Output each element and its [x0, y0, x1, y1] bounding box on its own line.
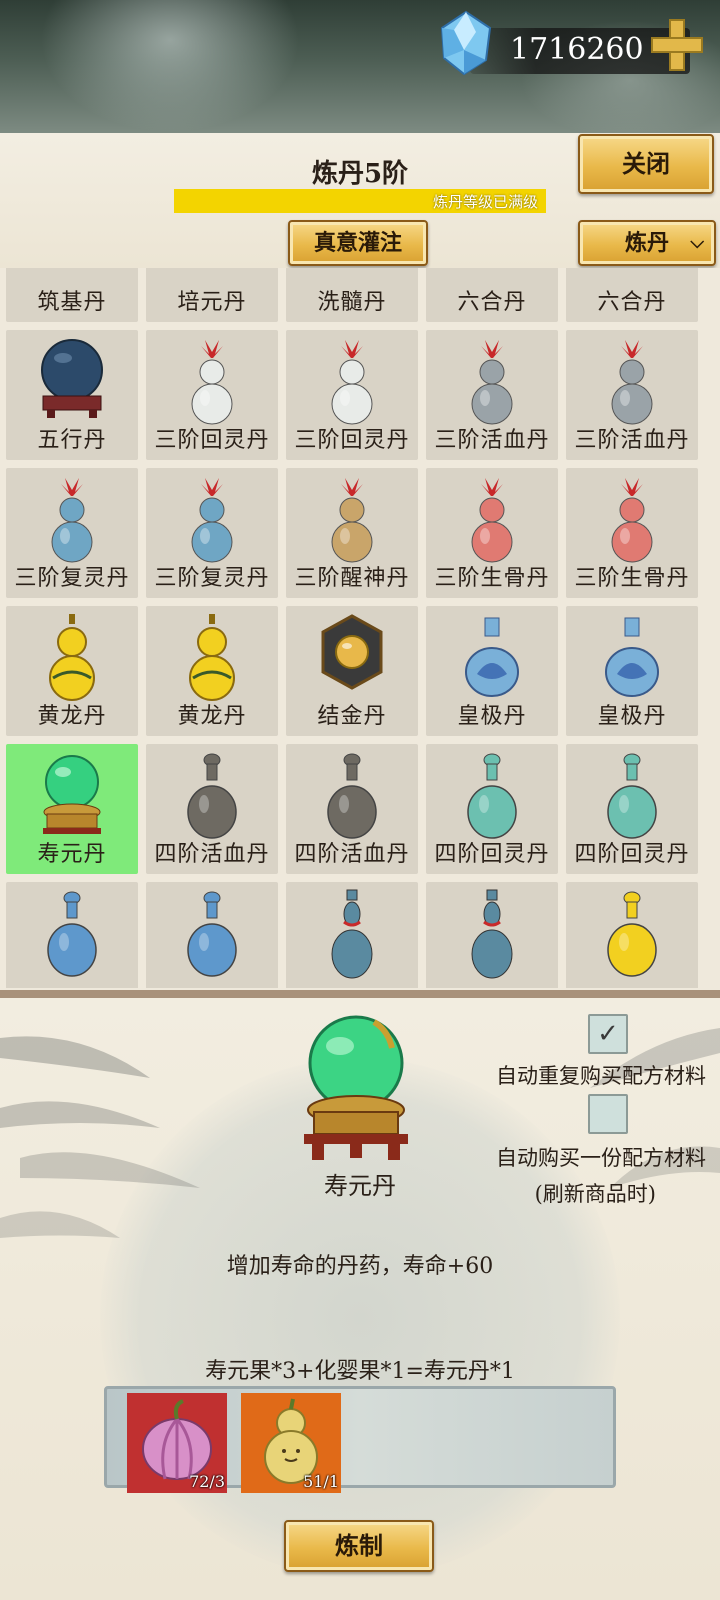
pill-cell[interactable]: 培元丹 [146, 268, 278, 322]
category-dropdown-value: 炼丹 [624, 230, 669, 256]
pill-name: 皇极丹 [457, 704, 527, 729]
pill-cell[interactable]: 黄龙丹 [6, 606, 138, 736]
pill-name: 四阶回灵丹 [434, 842, 550, 867]
recipe-formula: 寿元果*3+化婴果*1=寿元丹*1 [205, 1359, 515, 1384]
pill-cell[interactable]: 三阶回灵丹 [286, 330, 418, 460]
pill-name: 结金丹 [317, 704, 387, 729]
level-progress-text: 炼丹等级已满级 [432, 193, 538, 211]
top-background: 1716260 [0, 0, 720, 133]
material-slot-longevity-fruit[interactable]: 72/3 [127, 1393, 227, 1493]
currency-amount: 1716260 [510, 32, 644, 67]
auto-repeat-label: 自动重复购买配方材料 [496, 1064, 706, 1088]
pill-cell[interactable]: 三阶活血丹 [426, 330, 558, 460]
item-description: 增加寿命的丹药，寿命+60 [226, 1254, 494, 1279]
pill-name: 寿元丹 [37, 842, 107, 867]
pill-name: 三阶活血丹 [434, 428, 550, 453]
pill-name: 洗髓丹 [317, 290, 387, 315]
pill-cell[interactable]: 结金丹 [286, 606, 418, 736]
pill-name: 六合丹 [597, 290, 667, 315]
infuse-button[interactable]: 真意灌注 [288, 220, 428, 266]
pill-name: 四阶回灵丹 [574, 842, 690, 867]
crystal-gem-icon [440, 10, 492, 76]
pill-cell[interactable]: 三阶醒神丹 [286, 468, 418, 598]
pill-name: 黄龙丹 [37, 704, 107, 729]
pill-name: 培元丹 [177, 290, 247, 315]
pill-cell[interactable]: 三阶活血丹 [566, 330, 698, 460]
pill-cell[interactable]: 黄龙丹 [146, 606, 278, 736]
pill-name: 三阶活血丹 [574, 428, 690, 453]
pill-name: 三阶生骨丹 [574, 566, 690, 591]
pill-cell[interactable]: 四阶回灵丹 [426, 744, 558, 874]
chevron-down-icon: ⌵ [690, 232, 704, 253]
auto-once-checkbox[interactable] [588, 1094, 628, 1134]
pill-cell[interactable] [286, 882, 418, 988]
pill-name: 六合丹 [457, 290, 527, 315]
pill-grid: 筑基丹 培元丹 洗髓丹 六合丹 六合丹 五行丹 三阶回灵丹 三阶回灵丹 三阶活血丹 三阶活血丹 三阶… [6, 268, 714, 988]
waterfall-mist [40, 0, 300, 133]
pill-cell[interactable]: 皇极丹 [426, 606, 558, 736]
craft-button[interactable]: 炼制 [284, 1520, 434, 1572]
pill-cell[interactable] [426, 882, 558, 988]
pill-name: 皇极丹 [597, 704, 667, 729]
jade-orb-large-icon [304, 1015, 408, 1160]
materials-tray: 72/3 51/1 [104, 1386, 616, 1493]
pill-name: 三阶回灵丹 [294, 428, 410, 453]
pill-cell[interactable] [6, 882, 138, 988]
category-dropdown[interactable]: 炼丹 ⌵ [578, 220, 716, 266]
page-title: 炼丹5阶 [311, 159, 409, 189]
pill-cell[interactable]: 三阶回灵丹 [146, 330, 278, 460]
pill-name: 四阶活血丹 [154, 842, 270, 867]
pill-name: 三阶复灵丹 [154, 566, 270, 591]
pill-cell[interactable]: 寿元丹 [6, 744, 138, 874]
pill-name: 三阶复灵丹 [14, 566, 130, 591]
pill-grid-scroll[interactable]: 筑基丹 培元丹 洗髓丹 六合丹 六合丹 五行丹 三阶回灵丹 三阶回灵丹 三阶活血丹 三阶活血丹 三阶… [0, 268, 720, 988]
pill-cell[interactable]: 皇极丹 [566, 606, 698, 736]
material-slot-gourd-fruit[interactable]: 51/1 [241, 1393, 341, 1493]
detail-item-name: 寿元丹 [324, 1172, 396, 1200]
pill-name: 三阶醒神丹 [294, 566, 410, 591]
currency-display: 1716260 [430, 10, 720, 80]
material-qty: 51/1 [303, 1472, 339, 1491]
pill-name: 黄龙丹 [177, 704, 247, 729]
pill-cell[interactable]: 六合丹 [426, 268, 558, 322]
pill-name: 三阶回灵丹 [154, 428, 270, 453]
pill-cell[interactable]: 四阶回灵丹 [566, 744, 698, 874]
pill-cell[interactable]: 六合丹 [566, 268, 698, 322]
pill-cell[interactable]: 三阶生骨丹 [566, 468, 698, 598]
pill-cell[interactable] [146, 882, 278, 988]
detail-panel: 寿元丹 ✓ 自动重复购买配方材料 自动购买一份配方材料 (刷新商品时) 增加寿命… [0, 990, 720, 1600]
pill-cell[interactable]: 三阶复灵丹 [146, 468, 278, 598]
auto-repeat-checkbox[interactable]: ✓ [588, 1014, 628, 1054]
pill-cell[interactable]: 三阶复灵丹 [6, 468, 138, 598]
pill-name: 五行丹 [37, 428, 107, 453]
pill-cell[interactable] [566, 882, 698, 988]
pill-name: 四阶活血丹 [294, 842, 410, 867]
pill-cell[interactable]: 三阶生骨丹 [426, 468, 558, 598]
pill-cell[interactable]: 洗髓丹 [286, 268, 418, 322]
level-progress-bar: 炼丹等级已满级 [174, 189, 546, 213]
pill-cell[interactable]: 四阶活血丹 [146, 744, 278, 874]
pill-cell[interactable]: 筑基丹 [6, 268, 138, 322]
close-button[interactable]: 关闭 [578, 134, 714, 194]
pill-name: 筑基丹 [37, 290, 107, 315]
material-qty: 72/3 [189, 1472, 225, 1491]
pill-name: 三阶生骨丹 [434, 566, 550, 591]
auto-once-sublabel: (刷新商品时) [534, 1182, 656, 1206]
auto-once-label: 自动购买一份配方材料 [496, 1146, 706, 1170]
add-currency-button[interactable] [648, 16, 706, 74]
pill-cell[interactable]: 四阶活血丹 [286, 744, 418, 874]
pill-cell[interactable]: 五行丹 [6, 330, 138, 460]
